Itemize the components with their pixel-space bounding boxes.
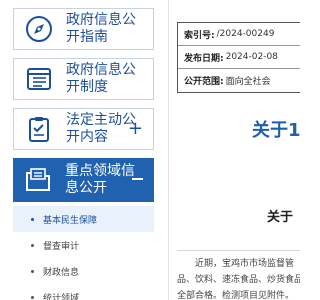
article-subtitle: 关于: [267, 210, 294, 225]
nav-item-label: 政府信息公开制度: [66, 62, 136, 95]
sidebar: 政府信息公开指南 政府信息公开制度 法定主动公开内容 + 重点领域信息公开 基本…: [0, 0, 155, 300]
body-line: 品、饮料、速冻食品、炒货食品: [177, 275, 300, 285]
bullet-icon: [31, 243, 34, 247]
sub-nav-item[interactable]: 督查审计: [13, 232, 154, 258]
sub-nav-item[interactable]: 基本民生保障: [13, 206, 154, 232]
sub-nav-item[interactable]: 财政信息: [13, 258, 154, 284]
article-rule: [177, 250, 300, 251]
panel-divider: [168, 0, 169, 300]
body-line: 近期，宝鸡市市场监督管: [195, 259, 295, 269]
nav-item-system[interactable]: 政府信息公开制度: [13, 58, 154, 100]
nav-item-label: 重点领域信息公开: [65, 163, 135, 196]
nav-item-statutory[interactable]: 法定主动公开内容 +: [13, 108, 154, 150]
meta-row-scope: 公开范围: 面向全社会: [184, 77, 271, 87]
nav-item-guide[interactable]: 政府信息公开指南: [13, 8, 154, 50]
folder-icon: [19, 159, 57, 201]
expand-plus-icon[interactable]: +: [128, 118, 143, 140]
meta-row-index: 索引号: /2024-00249: [178, 23, 300, 46]
nav-item-key-areas[interactable]: 重点领域信息公开: [13, 158, 154, 202]
compass-icon: [20, 9, 58, 49]
nav-item-label: 政府信息公开指南: [66, 12, 136, 45]
article-body: 近期，宝鸡市市场监督管 品、饮料、速冻食品、炒货食品 全部合格。检测项目见附件。: [177, 256, 300, 300]
sub-nav-item[interactable]: 统计领域: [13, 284, 154, 300]
meta-table: 索引号: /2024-00249 发布日期: 2024-02-08 公开范围: …: [177, 22, 300, 93]
article-panel: 索引号: /2024-00249 发布日期: 2024-02-08 公开范围: …: [172, 10, 300, 300]
bullet-icon: [31, 217, 34, 221]
clipboard-icon: [20, 109, 58, 149]
bullet-icon: [31, 295, 34, 299]
document-list-icon: [20, 59, 58, 99]
article-title: 关于1: [252, 120, 300, 141]
sub-nav-list: 基本民生保障 督查审计 财政信息 统计领域: [13, 206, 154, 300]
bullet-icon: [31, 269, 34, 273]
body-line: 全部合格。检测项目见附件。: [177, 291, 295, 300]
collapse-minus-icon[interactable]: [132, 178, 143, 180]
meta-row-date: 发布日期: 2024-02-08: [178, 46, 300, 69]
